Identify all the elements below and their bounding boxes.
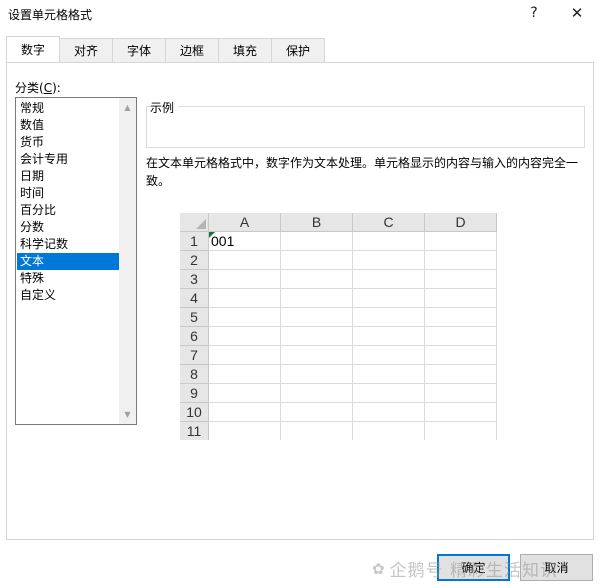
grid-cell xyxy=(353,346,425,365)
row-header: 3 xyxy=(180,270,209,289)
grid-cell xyxy=(209,403,281,422)
close-icon: ✕ xyxy=(570,4,584,22)
category-item-number[interactable]: 数值 xyxy=(17,117,119,134)
grid-cell xyxy=(281,251,353,270)
tab-alignment[interactable]: 对齐 xyxy=(59,38,113,62)
grid-cell xyxy=(425,422,497,440)
grid-cell xyxy=(425,346,497,365)
sample-legend: 示例 xyxy=(150,99,179,116)
grid-cell xyxy=(281,327,353,346)
row-header: 6 xyxy=(180,327,209,346)
column-header-c: C xyxy=(353,213,425,232)
grid-cell xyxy=(209,289,281,308)
grid-cell xyxy=(425,232,497,251)
grid-cell xyxy=(353,403,425,422)
title-bar: 设置单元格格式 ? ✕ xyxy=(0,0,601,28)
grid-cell xyxy=(353,270,425,289)
grid-cell xyxy=(281,422,353,440)
scroll-up-icon[interactable]: ▲ xyxy=(123,103,132,112)
grid-cell xyxy=(209,308,281,327)
column-header-a: A xyxy=(209,213,281,232)
grid-cell xyxy=(281,232,353,251)
category-item-text[interactable]: 文本 xyxy=(17,253,119,270)
category-item-percentage[interactable]: 百分比 xyxy=(17,202,119,219)
grid-cell xyxy=(353,327,425,346)
grid-cell xyxy=(353,289,425,308)
grid-cell xyxy=(425,365,497,384)
cancel-button[interactable]: 取消 xyxy=(520,554,593,581)
grid-cell xyxy=(353,232,425,251)
cell-a1: 001 xyxy=(209,232,281,251)
grid-cell xyxy=(209,251,281,270)
column-header-b: B xyxy=(281,213,353,232)
category-scrollbar[interactable]: ▲ ▼ xyxy=(119,98,136,424)
tab-font[interactable]: 字体 xyxy=(112,38,166,62)
category-item-special[interactable]: 特殊 xyxy=(17,270,119,287)
category-item-currency[interactable]: 货币 xyxy=(17,134,119,151)
select-all-corner xyxy=(180,213,209,232)
grid-cell xyxy=(425,251,497,270)
grid-cell xyxy=(209,365,281,384)
row-header: 10 xyxy=(180,403,209,422)
row-header: 4 xyxy=(180,289,209,308)
grid-cell xyxy=(353,422,425,440)
grid-cell xyxy=(209,384,281,403)
grid-cell xyxy=(209,327,281,346)
grid-cell xyxy=(425,270,497,289)
row-header: 7 xyxy=(180,346,209,365)
grid-cell xyxy=(209,270,281,289)
grid-cell xyxy=(281,346,353,365)
tab-number[interactable]: 数字 xyxy=(6,36,60,62)
grid-cell xyxy=(425,384,497,403)
scroll-down-icon[interactable]: ▼ xyxy=(123,410,132,419)
category-item-date[interactable]: 日期 xyxy=(17,168,119,185)
ok-button[interactable]: 确定 xyxy=(437,554,510,581)
help-icon: ? xyxy=(530,5,538,21)
dialog-title: 设置单元格格式 xyxy=(8,8,93,22)
category-item-accounting[interactable]: 会计专用 xyxy=(17,151,119,168)
grid-cell xyxy=(281,365,353,384)
row-header: 5 xyxy=(180,308,209,327)
grid-cell xyxy=(425,308,497,327)
grid-cell xyxy=(209,346,281,365)
tab-border[interactable]: 边框 xyxy=(165,38,219,62)
sample-group xyxy=(146,106,585,148)
tab-protection[interactable]: 保护 xyxy=(271,38,325,62)
grid-cell xyxy=(281,403,353,422)
category-label: 分类(C): xyxy=(15,81,61,95)
category-item-general[interactable]: 常规 xyxy=(17,100,119,117)
grid-cell xyxy=(425,289,497,308)
grid-cell xyxy=(209,422,281,440)
tab-fill[interactable]: 填充 xyxy=(218,38,272,62)
row-header: 1 xyxy=(180,232,209,251)
category-accesskey: C xyxy=(43,81,53,95)
grid-cell xyxy=(425,327,497,346)
tab-strip: 数字 对齐 字体 边框 填充 保护 xyxy=(6,36,325,63)
grid-cell xyxy=(353,384,425,403)
help-button[interactable]: ? xyxy=(514,2,554,24)
row-header: 11 xyxy=(180,422,209,440)
category-item-time[interactable]: 时间 xyxy=(17,185,119,202)
category-item-scientific[interactable]: 科学记数 xyxy=(17,236,119,253)
grid-cell xyxy=(353,251,425,270)
category-item-custom[interactable]: 自定义 xyxy=(17,287,119,304)
grid-cell xyxy=(425,403,497,422)
format-description: 在文本单元格格式中，数字作为文本处理。单元格显示的内容与输入的内容完全一致。 xyxy=(146,156,579,188)
sheet-preview: A B C D 1 2 3 4 5 6 7 8 9 10 11 001 xyxy=(180,213,497,440)
close-button[interactable]: ✕ xyxy=(557,2,597,24)
grid-cell xyxy=(281,289,353,308)
grid-cell xyxy=(281,384,353,403)
penguin-icon: ✿ xyxy=(372,559,386,578)
grid-cell xyxy=(281,308,353,327)
grid-cell xyxy=(281,270,353,289)
row-header: 9 xyxy=(180,384,209,403)
row-header: 8 xyxy=(180,365,209,384)
grid-cell xyxy=(353,365,425,384)
category-item-fraction[interactable]: 分数 xyxy=(17,219,119,236)
column-header-d: D xyxy=(425,213,497,232)
category-listbox[interactable]: 常规 数值 货币 会计专用 日期 时间 百分比 分数 科学记数 文本 特殊 自定… xyxy=(15,97,137,425)
grid-cell xyxy=(353,308,425,327)
error-indicator-icon xyxy=(209,232,215,238)
row-header: 2 xyxy=(180,251,209,270)
